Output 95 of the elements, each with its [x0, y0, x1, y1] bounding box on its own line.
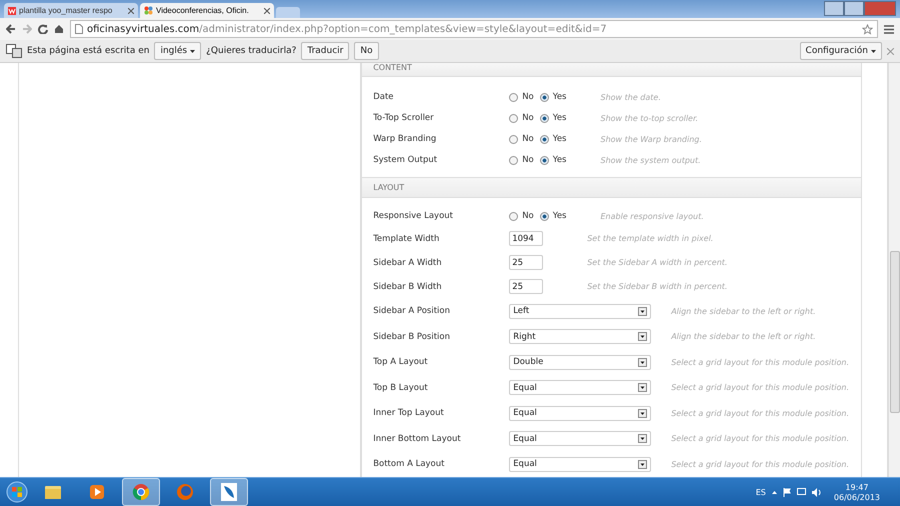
caret-icon: [638, 408, 648, 418]
close-icon[interactable]: [128, 8, 134, 14]
radio-option[interactable]: No: [509, 211, 534, 221]
radio-option[interactable]: No: [509, 92, 534, 102]
dropdown[interactable]: Double: [509, 354, 652, 370]
settings-dropdown[interactable]: Configuración: [800, 42, 882, 60]
reload-icon[interactable]: [38, 24, 48, 34]
caret-icon: [638, 434, 648, 444]
menu-icon[interactable]: [884, 24, 894, 34]
help-text: Enable responsive layout.: [600, 212, 704, 220]
help-text: Select a grid layout for this module position.: [671, 434, 850, 444]
dropdown[interactable]: Right: [509, 329, 652, 344]
help-text: Show the date.: [600, 92, 661, 102]
caret-icon: [190, 50, 196, 52]
help-text: Select a grid layout for this module position.: [671, 358, 850, 367]
help-text: Set the Sidebar A width in percent.: [587, 258, 728, 267]
flag-icon[interactable]: [782, 488, 791, 496]
field-label: Date: [372, 92, 395, 102]
radio-option[interactable]: No: [509, 134, 534, 144]
field-label: System Output: [372, 155, 438, 166]
field-label: Sidebar A Position: [372, 306, 451, 316]
caret-icon: [638, 358, 648, 367]
radio-option[interactable]: Yes: [540, 134, 566, 144]
caret-icon: [638, 332, 648, 342]
address-bar[interactable]: oficinasyvirtuales.com/administrator/index.php?option=com_templates&view=style&layout=edit&id=7: [70, 20, 878, 38]
help-text: Select a grid layout for this module position.: [671, 408, 850, 418]
help-text: Show the Warp branding.: [600, 134, 702, 144]
speaker-icon[interactable]: [812, 488, 822, 496]
page-icon: [75, 24, 83, 34]
help-text: Set the Sidebar B width in percent.: [587, 282, 728, 291]
input-field[interactable]: 1094: [509, 231, 544, 246]
field-label: Responsive Layout: [372, 211, 454, 221]
radio-option[interactable]: Yes: [540, 113, 566, 124]
dropdown[interactable]: Left: [509, 304, 652, 319]
caret-icon: [638, 306, 648, 316]
dropdown[interactable]: Equal: [509, 456, 652, 472]
language-indicator[interactable]: ES: [756, 488, 766, 496]
field-label: Top A Layout: [372, 357, 429, 368]
help-text: Set the template width in pixel.: [587, 234, 714, 243]
chrome-icon[interactable]: [132, 483, 150, 501]
field-label: To-Top Scroller: [372, 113, 435, 124]
close-icon[interactable]: [264, 8, 270, 14]
browser-tab[interactable]: Videoconferencias, Oficin.: [140, 3, 274, 18]
minimize-button[interactable]: [824, 1, 844, 16]
field-label: Inner Top Layout: [372, 408, 445, 418]
field-label: Inner Bottom Layout: [372, 434, 462, 444]
section-header: CONTENT: [362, 63, 862, 77]
browser-tab[interactable]: plantilla yoo_master respo: [4, 3, 138, 18]
help-text: Select a grid layout for this module position.: [671, 383, 850, 392]
language-dropdown[interactable]: inglés: [154, 42, 202, 60]
help-text: Select a grid layout for this module position.: [671, 460, 850, 469]
radio-option[interactable]: No: [509, 113, 534, 124]
caret-icon: [638, 383, 648, 392]
play-icon[interactable]: [90, 485, 104, 499]
caret-icon: [871, 50, 876, 52]
field-label: Sidebar A Width: [372, 258, 443, 268]
radio-option[interactable]: Yes: [540, 155, 566, 166]
taskbar-app[interactable]: [210, 478, 248, 506]
site-icon: [8, 6, 16, 14]
radio-option[interactable]: Yes: [540, 92, 566, 102]
folder-icon[interactable]: [44, 484, 62, 500]
section-header: LAYOUT: [362, 176, 862, 198]
maximize-button[interactable]: [844, 1, 864, 16]
translate-button[interactable]: No: [354, 42, 379, 60]
clock[interactable]: 19:47 06/06/2013: [834, 482, 880, 502]
scrollbar[interactable]: [888, 63, 900, 477]
caret-icon[interactable]: [772, 490, 777, 494]
field-label: Warp Branding: [372, 134, 438, 144]
translate-message: Esta página está escrita en: [27, 46, 150, 56]
star-icon[interactable]: [862, 24, 873, 34]
back-icon[interactable]: [6, 24, 16, 34]
caret-icon: [638, 460, 648, 469]
help-text: Align the sidebar to the left or right.: [671, 332, 816, 342]
help-text: Show the to-top scroller.: [600, 114, 698, 123]
field-label: Template Width: [372, 234, 440, 244]
dropdown[interactable]: Equal: [509, 380, 652, 396]
translate-question: ¿Quieres traducirla?: [206, 46, 296, 56]
field-label: Sidebar B Width: [372, 282, 443, 292]
home-icon[interactable]: [54, 24, 64, 34]
help-text: Show the system output.: [600, 156, 701, 165]
translate-button[interactable]: Traducir: [301, 42, 350, 60]
field-label: Bottom A Layout: [372, 459, 446, 470]
dropdown[interactable]: Equal: [509, 406, 652, 421]
radio-option[interactable]: Yes: [540, 211, 566, 221]
field-label: Sidebar B Position: [372, 332, 451, 342]
input-field[interactable]: 25: [509, 255, 544, 270]
field-label: Top B Layout: [372, 382, 429, 393]
start-icon[interactable]: [6, 481, 28, 503]
site-icon: [144, 6, 153, 15]
radio-option[interactable]: No: [509, 155, 534, 166]
taskbar-app[interactable]: [122, 478, 160, 506]
help-text: Align the sidebar to the left or right.: [671, 306, 816, 316]
input-field[interactable]: 25: [509, 279, 544, 294]
dropdown[interactable]: Equal: [509, 431, 652, 446]
feather-icon[interactable]: [221, 483, 237, 501]
